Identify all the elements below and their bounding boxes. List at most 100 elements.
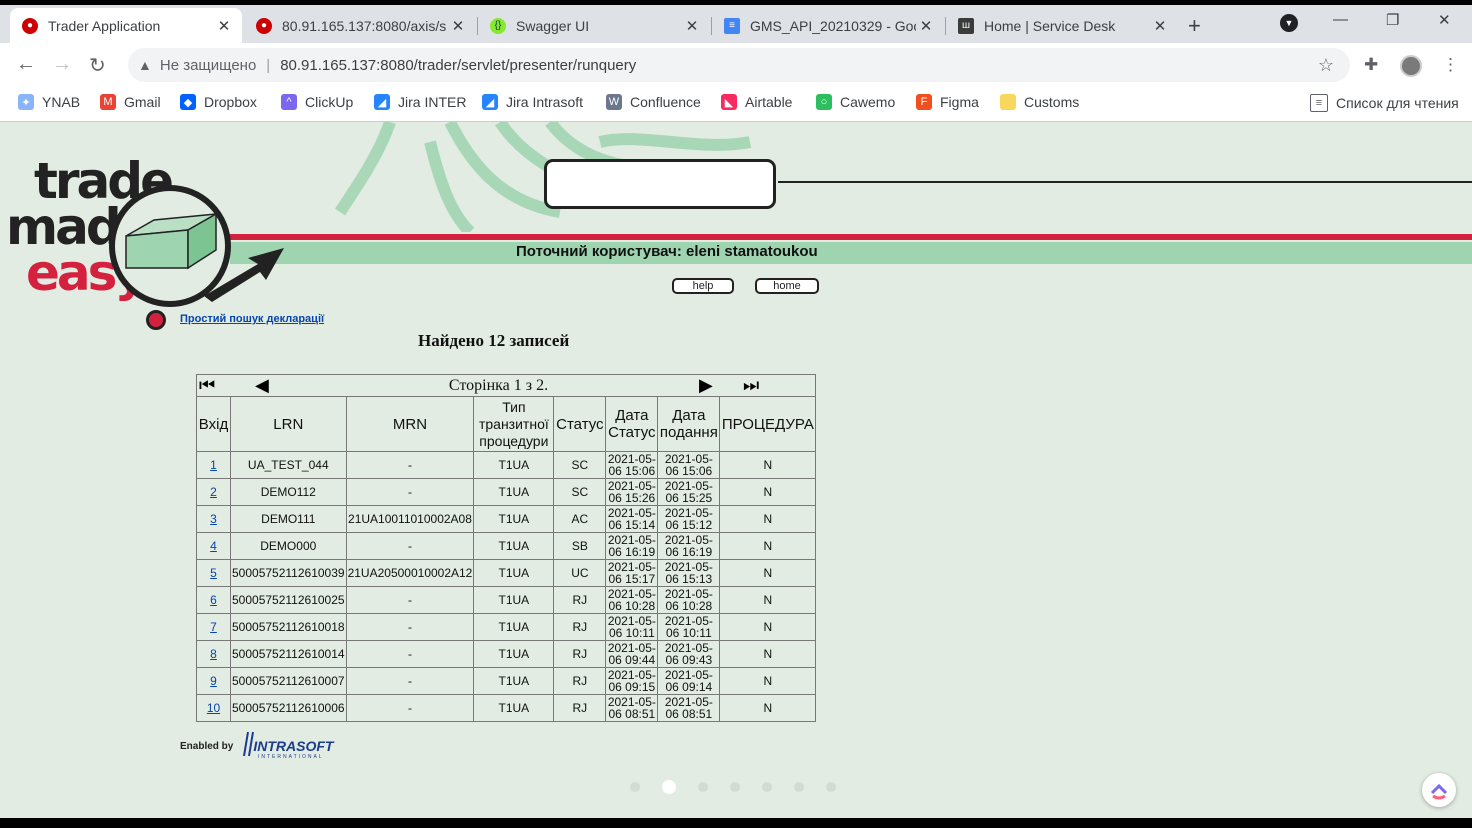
tab-google-doc[interactable]: ≡ GMS_API_20210329 - Goo ✕ — [712, 8, 944, 43]
row-open-link[interactable]: 10 — [207, 701, 220, 715]
table-row: 9 50005752112610007- T1UA RJ 2021-05-06 09:1… — [196, 667, 817, 695]
row-open-link[interactable]: 4 — [210, 539, 217, 553]
tab-swagger[interactable]: {} Swagger UI ✕ — [478, 8, 710, 43]
dropbox-icon: ◆ — [180, 94, 196, 110]
last-page-icon[interactable]: ⏭ — [743, 375, 759, 396]
restore-icon[interactable]: ❐ — [1386, 11, 1399, 29]
security-label[interactable]: Не защищено — [160, 57, 256, 74]
url-text[interactable]: 80.91.165.137:8080/trader/servlet/presen… — [280, 57, 636, 74]
bookmark-label: Jira INTER — [398, 94, 467, 110]
mrn-cell: - — [345, 586, 475, 614]
table-row: 4 DEMO000- T1UA SB 2021-05-06 16:19 2021-05-0… — [196, 532, 817, 560]
simple-search-link[interactable]: Простий пошук декларації — [180, 313, 324, 325]
row-open-link[interactable]: 5 — [210, 566, 217, 580]
type-cell: T1UA — [473, 586, 555, 614]
carousel-dot[interactable] — [730, 782, 740, 792]
new-tab-plus-icon[interactable]: + — [1188, 13, 1201, 39]
swagger-icon: {} — [490, 17, 506, 34]
address-bar[interactable]: ▲ Не защищено | 80.91.165.137:8080/trade… — [128, 48, 1350, 82]
bookmark-star-icon[interactable]: ☆ — [1318, 55, 1334, 76]
figma-icon: F — [916, 94, 932, 110]
minimize-icon[interactable]: — — [1333, 11, 1348, 28]
tab-strip: ● Trader Application ✕ ● 80.91.165.137:8… — [0, 5, 1472, 43]
home-button[interactable]: home — [755, 278, 819, 294]
bookmark-jira-intrasoft[interactable]: ◢ Jira Intrasoft — [482, 94, 583, 110]
close-icon[interactable]: ✕ — [1150, 17, 1170, 35]
procedure-cell: N — [719, 532, 817, 560]
lrn-cell: 50005752112610014 — [230, 640, 347, 668]
browser-toolbar: ← → ↻ ▲ Не защищено | 80.91.165.137:8080… — [0, 43, 1472, 87]
cawemo-icon: ○ — [816, 94, 832, 110]
bookmark-jira-inter[interactable]: ◢ Jira INTER — [374, 94, 466, 110]
row-open-link[interactable]: 2 — [210, 485, 217, 499]
col-header: Тип транзитної процедури — [473, 396, 555, 452]
date-status-cell: 2021-05-06 15:14 — [605, 505, 659, 533]
mrn-cell: 21UA20500010002A12 — [345, 559, 475, 587]
bookmark-airtable[interactable]: ◣ Airtable — [721, 94, 792, 110]
procedure-cell: N — [719, 586, 817, 614]
results-count: Найдено 12 записей — [418, 331, 570, 350]
clickup-icon — [1430, 783, 1448, 800]
menu-kebab-icon[interactable]: ⋮ — [1442, 55, 1459, 75]
bookmark-confluence[interactable]: W Confluence — [606, 94, 701, 110]
clickup-floating-button[interactable] — [1422, 773, 1456, 807]
intrasoft-brand: INTRASOFT — [253, 738, 334, 754]
lrn-cell: 50005752112610018 — [230, 613, 347, 641]
close-icon[interactable]: ✕ — [448, 17, 468, 35]
bookmark-gmail[interactable]: M Gmail — [100, 94, 161, 110]
row-link: 10 — [196, 694, 231, 722]
row-open-link[interactable]: 1 — [210, 458, 217, 472]
close-icon[interactable]: ✕ — [214, 17, 234, 35]
close-icon[interactable]: ✕ — [682, 17, 702, 35]
row-open-link[interactable]: 3 — [210, 512, 217, 526]
table-row: 6 50005752112610025- T1UA RJ 2021-05-06 10:2… — [196, 586, 817, 614]
extensions-puzzle-icon[interactable]: ✚ — [1364, 55, 1378, 75]
reading-list[interactable]: ≡ Список для чтения — [1310, 94, 1459, 112]
tab-trader-application[interactable]: ● Trader Application ✕ — [10, 8, 242, 43]
date-status-cell: 2021-05-06 09:15 — [605, 667, 659, 695]
tab-title: Swagger UI — [516, 17, 590, 34]
status-cell: UC — [553, 559, 607, 587]
profile-avatar[interactable] — [1400, 55, 1422, 77]
date-submitted-cell: 2021-05-06 16:19 — [657, 532, 721, 560]
mrn-cell: - — [345, 478, 475, 506]
row-open-link[interactable]: 8 — [210, 647, 217, 661]
tab-search-icon[interactable]: ▼ — [1280, 14, 1298, 32]
bookmark-figma[interactable]: F Figma — [916, 94, 979, 110]
carousel-dot[interactable] — [698, 782, 708, 792]
close-icon[interactable]: ✕ — [916, 17, 936, 35]
carousel-dot[interactable] — [762, 782, 772, 792]
forward-arrow-icon[interactable]: → — [52, 53, 72, 76]
window-close-icon[interactable]: ✕ — [1438, 11, 1451, 29]
date-submitted-cell: 2021-05-06 15:12 — [657, 505, 721, 533]
status-cell: RJ — [553, 667, 607, 695]
lrn-cell: DEMO000 — [230, 532, 347, 560]
mrn-cell: - — [345, 640, 475, 668]
reload-icon[interactable]: ↻ — [89, 53, 106, 78]
bookmark-ynab[interactable]: ✦ YNAB — [18, 94, 80, 110]
tab-service-desk[interactable]: ш Home | Service Desk ✕ — [946, 8, 1178, 43]
help-button[interactable]: help — [672, 278, 734, 294]
row-open-link[interactable]: 9 — [210, 674, 217, 688]
carousel-dot[interactable] — [630, 782, 640, 792]
tab-axis[interactable]: ● 80.91.165.137:8080/axis/s ✕ — [244, 8, 476, 43]
date-submitted-cell: 2021-05-06 15:06 — [657, 451, 721, 479]
back-arrow-icon[interactable]: ← — [16, 53, 36, 76]
reading-list-icon: ≡ — [1310, 94, 1328, 112]
bookmark-dropbox[interactable]: ◆ Dropbox — [180, 94, 257, 110]
row-link: 4 — [196, 532, 231, 560]
bookmark-clickup[interactable]: ^ ClickUp — [281, 94, 353, 110]
carousel-dot[interactable] — [826, 782, 836, 792]
status-cell: AC — [553, 505, 607, 533]
lrn-cell: 50005752112610039 — [230, 559, 347, 587]
bookmark-cawemo[interactable]: ○ Cawemo — [816, 94, 895, 110]
bookmark-customs[interactable]: Customs — [1000, 94, 1079, 110]
row-link: 5 — [196, 559, 231, 587]
date-submitted-cell: 2021-05-06 10:11 — [657, 613, 721, 641]
mrn-cell: - — [345, 613, 475, 641]
next-page-icon[interactable]: ▶ — [699, 375, 713, 396]
carousel-dot[interactable] — [794, 782, 804, 792]
row-open-link[interactable]: 7 — [210, 620, 217, 634]
row-open-link[interactable]: 6 — [210, 593, 217, 607]
carousel-dot-active[interactable] — [662, 780, 676, 794]
